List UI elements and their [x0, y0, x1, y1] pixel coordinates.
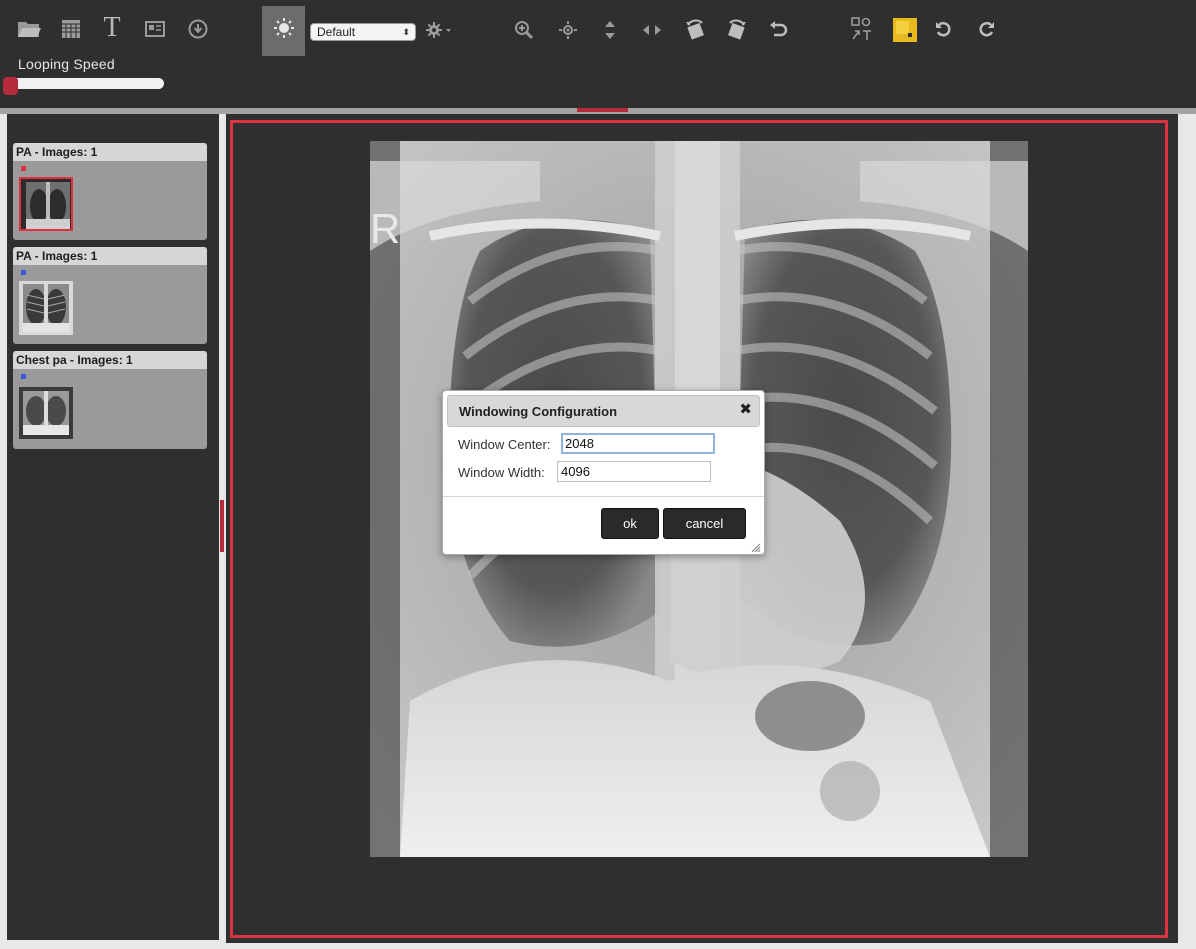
series-thumbnail[interactable]	[19, 387, 73, 439]
vertical-splitter-grip[interactable]	[220, 500, 224, 552]
series-thumbnail[interactable]	[19, 281, 73, 335]
close-icon[interactable]: ✖	[739, 402, 752, 417]
series-status-dot	[21, 374, 26, 379]
flip-vertical-icon[interactable]	[598, 18, 622, 42]
window-center-label: Window Center:	[458, 437, 551, 452]
download-icon[interactable]	[183, 14, 213, 44]
rotate-left-icon[interactable]	[680, 14, 710, 44]
grid-layout-icon[interactable]	[56, 14, 86, 44]
series-title: PA - Images: 1	[13, 143, 207, 161]
series-card[interactable]: PA - Images: 1	[13, 143, 207, 240]
windowing-preset-select[interactable]: Default ⬍	[310, 23, 416, 41]
select-caret-icon: ⬍	[402, 27, 410, 37]
series-status-dot	[21, 270, 26, 275]
pan-icon[interactable]	[556, 18, 580, 42]
undo-icon[interactable]	[764, 16, 792, 44]
window-width-label: Window Width:	[458, 465, 545, 480]
looping-speed-label: Looping Speed	[18, 56, 115, 72]
series-title: Chest pa - Images: 1	[13, 351, 207, 369]
series-card[interactable]: Chest pa - Images: 1	[13, 351, 207, 449]
rotate-right-icon[interactable]	[722, 14, 752, 44]
image-info-icon[interactable]	[140, 14, 170, 44]
dialog-title: Windowing Configuration	[459, 404, 618, 419]
series-card[interactable]: PA - Images: 1	[13, 247, 207, 344]
settings-gear-icon[interactable]	[424, 18, 456, 42]
series-title: PA - Images: 1	[13, 247, 207, 265]
series-thumbnail[interactable]	[19, 177, 73, 231]
text-annotation-icon[interactable]: T	[97, 12, 127, 44]
measure-tool-icon[interactable]	[848, 14, 876, 44]
orientation-marker: R	[370, 205, 401, 252]
looping-speed-slider[interactable]	[10, 78, 164, 89]
horizontal-splitter-grip[interactable]	[577, 108, 628, 112]
flip-horizontal-icon[interactable]	[640, 18, 664, 42]
redo-icon[interactable]	[974, 17, 998, 41]
windowing-preset-value: Default	[317, 25, 356, 39]
dicom-viewer-app: T Default ⬍ Looping Speed PA - Images: 1…	[0, 0, 1196, 949]
zoom-in-icon[interactable]	[512, 18, 536, 42]
resize-grip-icon[interactable]	[750, 540, 761, 553]
windowing-configuration-dialog: Windowing Configuration ✖ Window Center:…	[442, 390, 765, 555]
bottom-status-strip	[0, 943, 1196, 949]
dialog-titlebar[interactable]: Windowing Configuration ✖	[447, 395, 760, 427]
looping-speed-handle[interactable]	[3, 77, 18, 95]
window-width-input[interactable]	[557, 461, 711, 482]
windowing-sun-icon[interactable]	[270, 14, 298, 42]
open-folder-icon[interactable]	[14, 14, 44, 44]
series-status-dot	[21, 166, 26, 171]
color-note-icon[interactable]	[892, 17, 918, 43]
reset-icon[interactable]	[932, 17, 956, 41]
top-toolbar: T Default ⬍ Looping Speed	[0, 0, 1196, 108]
cancel-button[interactable]: cancel	[663, 508, 746, 539]
ok-button[interactable]: ok	[601, 508, 659, 539]
dialog-divider	[443, 496, 764, 497]
window-center-input[interactable]	[561, 433, 715, 454]
